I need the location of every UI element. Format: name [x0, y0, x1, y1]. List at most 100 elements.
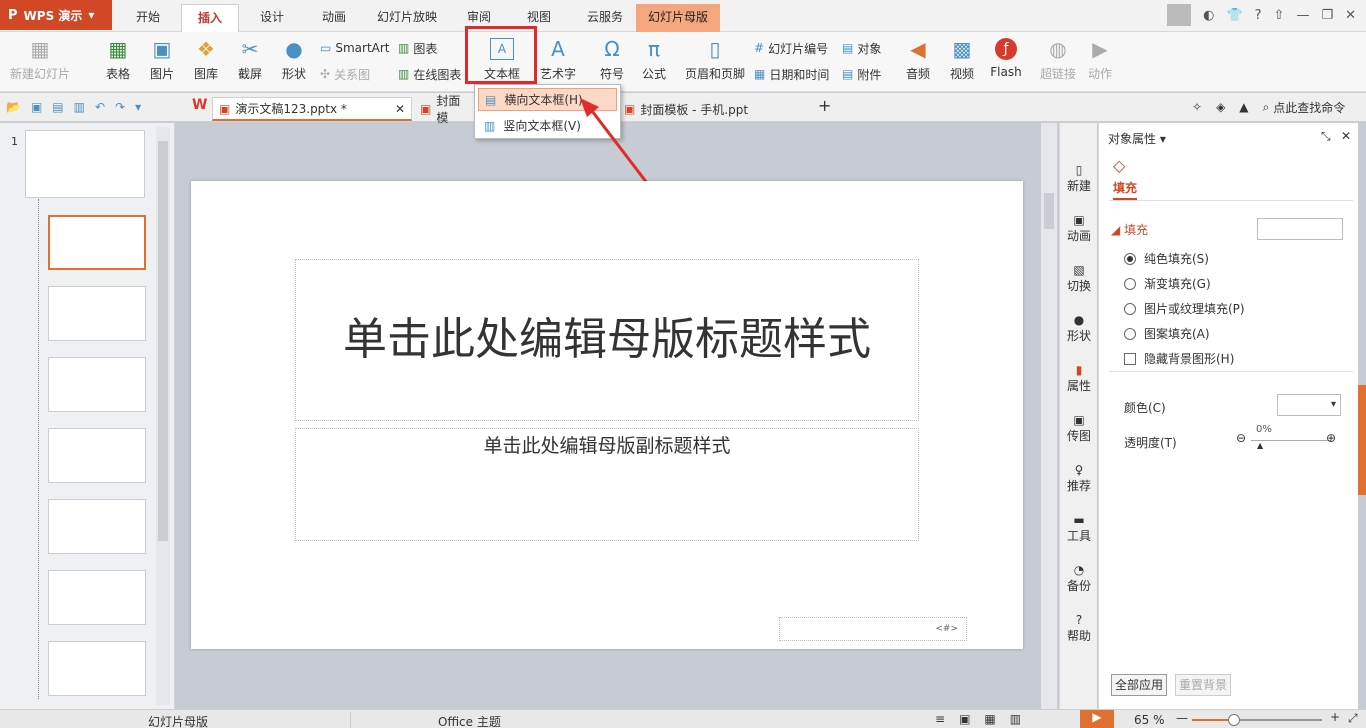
- apply-all-button[interactable]: 全部应用: [1111, 674, 1167, 696]
- zoom-slider-thumb[interactable]: [1228, 714, 1240, 726]
- minus-icon[interactable]: ⊖: [1236, 431, 1246, 445]
- layout-thumbnail[interactable]: [48, 286, 146, 341]
- smartart-button[interactable]: ▭ SmartArt: [320, 38, 390, 58]
- tab-slideshow[interactable]: 幻灯片放映: [370, 4, 444, 32]
- layout-thumbnail[interactable]: [48, 357, 146, 412]
- subtitle-placeholder[interactable]: 单击此处编辑母版副标题样式: [295, 428, 919, 541]
- skin-icon[interactable]: ◐: [1203, 8, 1214, 23]
- slideshow-button[interactable]: ▶: [1080, 710, 1114, 728]
- sorter-view-icon[interactable]: ▦: [984, 712, 995, 726]
- screenshot-button[interactable]: ✂ 截屏: [232, 37, 268, 82]
- fill-preview-box[interactable]: [1257, 218, 1343, 240]
- gallery-button[interactable]: ❖ 图库: [188, 37, 224, 82]
- avatar[interactable]: [1167, 4, 1192, 26]
- layout-thumbnail[interactable]: [48, 641, 146, 696]
- header-footer-button[interactable]: ▯ 页眉和页脚: [684, 37, 746, 82]
- reset-background-button[interactable]: 重置背景: [1175, 674, 1231, 696]
- tab-animation[interactable]: 动画: [308, 4, 360, 32]
- help-icon[interactable]: ?: [1255, 8, 1262, 23]
- redo-icon[interactable]: ↷: [115, 100, 125, 114]
- attachment-button[interactable]: ▤ 附件: [842, 64, 881, 84]
- master-thumbnail[interactable]: [25, 130, 145, 198]
- chevron-down-icon[interactable]: ▾: [135, 100, 141, 114]
- shape-button[interactable]: ● 形状: [276, 37, 312, 82]
- zoom-in-icon[interactable]: +: [1330, 710, 1340, 724]
- doc-tab[interactable]: ▣ 封面模: [414, 94, 474, 125]
- checkbox-hide-background[interactable]: 隐藏背景图形(H): [1124, 350, 1234, 367]
- props-header[interactable]: 对象属性 ▾: [1108, 130, 1166, 147]
- hyperlink-button[interactable]: ◍ 超链接: [1038, 37, 1078, 82]
- notes-icon[interactable]: ≡: [935, 712, 945, 726]
- zoom-out-icon[interactable]: —: [1176, 711, 1188, 725]
- layout-thumbnail[interactable]: [48, 428, 146, 483]
- radio-gradient-fill[interactable]: 渐变填充(G): [1124, 275, 1211, 292]
- sidebar-recommend[interactable]: ♀ 推荐: [1060, 463, 1098, 494]
- layout-thumbnail-selected[interactable]: [48, 215, 146, 270]
- new-slide-button[interactable]: ▦ 新建幻灯片: [8, 37, 72, 82]
- shirt-icon[interactable]: 👕: [1226, 8, 1242, 23]
- collapse-icon[interactable]: ⤡: [1321, 129, 1331, 144]
- command-search-label[interactable]: 点此查找命令: [1273, 99, 1345, 116]
- symbol-button[interactable]: Ω 符号: [594, 37, 630, 82]
- color-picker-dropdown[interactable]: ▾: [1277, 394, 1341, 416]
- fill-section-header[interactable]: ◢ 填充: [1111, 221, 1148, 238]
- online-chart-button[interactable]: ▥ 在线图表: [398, 64, 461, 84]
- close-icon[interactable]: ✕: [395, 102, 405, 116]
- undo-icon[interactable]: ↶: [95, 100, 105, 114]
- slider-thumb[interactable]: ▲: [1257, 441, 1263, 450]
- normal-view-icon[interactable]: ▣: [959, 712, 970, 726]
- sidebar-new[interactable]: ▯ 新建: [1060, 163, 1098, 194]
- pin-icon[interactable]: ✧: [1192, 100, 1202, 114]
- ribbon-toggle-icon[interactable]: ⇧: [1274, 8, 1285, 23]
- formula-button[interactable]: π 公式: [636, 37, 672, 82]
- panel-collapse-handle[interactable]: [1358, 385, 1366, 495]
- save-icon[interactable]: ▣: [31, 100, 42, 114]
- sidebar-backup[interactable]: ◔ 备份: [1060, 563, 1098, 594]
- thumbnail-scrollbar[interactable]: [156, 127, 170, 705]
- flash-button[interactable]: ƒ Flash: [988, 38, 1024, 79]
- sidebar-properties[interactable]: ▮ 属性: [1060, 363, 1098, 394]
- open-icon[interactable]: 📂: [6, 100, 21, 114]
- restore-icon[interactable]: ❐: [1321, 8, 1333, 23]
- table-button[interactable]: ▦ 表格: [100, 37, 136, 82]
- sidebar-shape[interactable]: ● 形状: [1060, 313, 1098, 344]
- fit-window-icon[interactable]: ⤢: [1348, 711, 1358, 726]
- print-preview-icon[interactable]: ▤: [52, 100, 63, 114]
- tab-design[interactable]: 设计: [246, 4, 298, 32]
- new-tab-icon[interactable]: +: [818, 96, 831, 115]
- chart-button[interactable]: ▥ 图表: [398, 38, 437, 58]
- wps-menu-button[interactable]: P WPS 演示 ▾: [0, 0, 112, 30]
- date-time-button[interactable]: ▦ 日期和时间: [754, 64, 829, 84]
- audio-button[interactable]: ◀ 音频: [900, 37, 936, 82]
- close-icon[interactable]: ✕: [1341, 129, 1351, 143]
- slide-scrollbar[interactable]: [1041, 123, 1057, 709]
- tab-cloud[interactable]: 云服务: [575, 4, 635, 32]
- layout-thumbnail[interactable]: [48, 570, 146, 625]
- tab-insert[interactable]: 插入: [181, 4, 239, 32]
- action-button[interactable]: ▶ 动作: [1082, 37, 1118, 82]
- sidebar-transition[interactable]: ▧ 切换: [1060, 263, 1098, 294]
- page-number-placeholder[interactable]: <#>: [779, 617, 967, 641]
- print-icon[interactable]: ▥: [74, 100, 85, 114]
- tab-slide-master[interactable]: 幻灯片母版: [636, 4, 720, 32]
- sidebar-tools[interactable]: ▬ 工具: [1060, 513, 1098, 544]
- picture-button[interactable]: ▣ 图片: [144, 37, 180, 82]
- sidebar-upload[interactable]: ▣ 传图: [1060, 413, 1098, 444]
- sync-icon[interactable]: ◈: [1216, 100, 1225, 114]
- radio-pattern-fill[interactable]: 图案填充(A): [1124, 325, 1210, 342]
- object-button[interactable]: ▤ 对象: [842, 38, 881, 58]
- radio-solid-fill[interactable]: 纯色填充(S): [1124, 250, 1209, 267]
- reading-view-icon[interactable]: ▥: [1010, 712, 1021, 726]
- wordart-button[interactable]: A 艺术字: [534, 37, 582, 82]
- zoom-slider[interactable]: [1192, 714, 1322, 726]
- sidebar-animation[interactable]: ▣ 动画: [1060, 213, 1098, 244]
- minimize-icon[interactable]: —: [1296, 8, 1309, 23]
- radio-picture-fill[interactable]: 图片或纹理填充(P): [1124, 300, 1245, 317]
- shirt-icon[interactable]: ▲: [1239, 100, 1248, 114]
- doc-tab-active[interactable]: ▣ 演示文稿123.pptx * ✕: [212, 97, 412, 121]
- slide-number-button[interactable]: # 幻灯片编号: [754, 38, 828, 58]
- relation-button[interactable]: ✣ 关系图: [320, 64, 370, 84]
- search-icon[interactable]: ⌕: [1263, 100, 1270, 115]
- tab-start[interactable]: 开始: [122, 4, 174, 32]
- video-button[interactable]: ▩ 视频: [944, 37, 980, 82]
